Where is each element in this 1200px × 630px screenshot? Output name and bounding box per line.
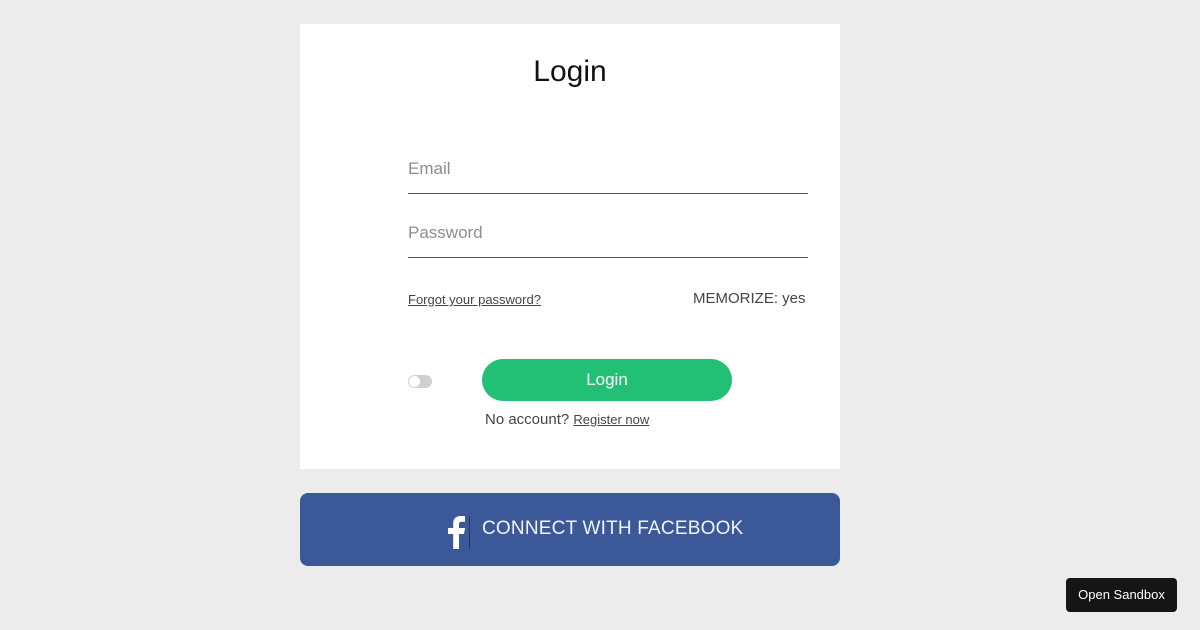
password-field[interactable] [408,208,808,258]
facebook-button-label: CONNECT WITH FACEBOOK [482,518,744,539]
login-card: Login Forgot your password? MEMORIZE: ye… [300,24,840,469]
open-sandbox-button[interactable]: Open Sandbox [1066,578,1177,612]
register-link[interactable]: Register now [573,412,649,427]
facebook-divider [469,516,470,549]
toggle-knob [409,376,420,387]
remember-me-toggle[interactable] [408,375,432,388]
facebook-f-icon [448,516,465,549]
register-prompt: No account? Register now [485,411,649,428]
page-title: Login [533,55,607,88]
connect-facebook-button[interactable]: CONNECT WITH FACEBOOK [300,493,840,566]
no-account-text: No account? [485,411,570,428]
email-field[interactable] [408,144,808,194]
memorize-status: MEMORIZE: yes [693,290,806,307]
forgot-password-link[interactable]: Forgot your password? [408,292,541,307]
login-button[interactable]: Login [482,359,732,401]
